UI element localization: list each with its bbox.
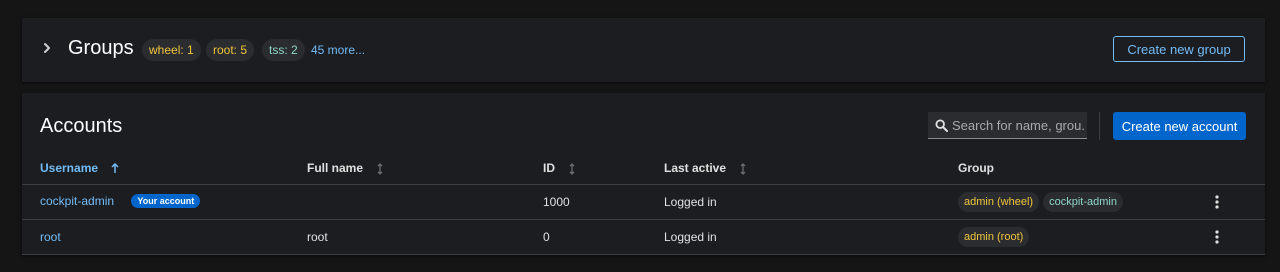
column-label-last-active: Last active: [664, 160, 727, 175]
column-header-id[interactable]: ID: [543, 152, 664, 184]
kebab-icon[interactable]: [1209, 194, 1225, 210]
column-header-full-name[interactable]: Full name: [307, 152, 543, 184]
username-link[interactable]: root: [40, 230, 61, 244]
column-label-full-name: Full name: [307, 160, 364, 175]
group-cell: admin (wheel) cockpit-admin: [958, 184, 1197, 219]
sort-icon: [569, 162, 575, 175]
groups-card: Groups wheel: 1 root: 5 tss: 2 45 more..…: [22, 18, 1265, 82]
chevron-right-icon[interactable]: [40, 41, 54, 55]
accounts-title: Accounts: [40, 115, 123, 137]
full-name-cell: [307, 184, 543, 219]
accounts-card: Accounts Create new account Username Ful…: [22, 93, 1265, 255]
table-header-row: Username Full name ID Last active Group: [22, 152, 1265, 184]
create-new-group-button[interactable]: Create new group: [1113, 36, 1245, 62]
create-new-account-button[interactable]: Create new account: [1113, 112, 1246, 140]
sort-icon: [740, 162, 746, 175]
last-active-cell: Logged in: [664, 194, 717, 209]
search-input[interactable]: [952, 112, 1084, 138]
group-chip-wheel: wheel: 1: [142, 39, 201, 61]
table-row: root root 0 Logged in admin (root): [22, 219, 1265, 254]
column-header-group: Group: [958, 152, 1197, 184]
search-icon: [935, 119, 948, 132]
column-label-username: Username: [40, 160, 99, 175]
last-active-cell: Logged in: [664, 229, 717, 244]
groups-title: Groups: [68, 37, 134, 59]
group-cell: admin (root): [958, 219, 1197, 254]
column-header-actions: [1197, 152, 1265, 184]
group-chip-tss: tss: 2: [262, 39, 305, 61]
column-header-username[interactable]: Username: [22, 152, 307, 184]
sort-icon: [377, 162, 383, 175]
column-label-id: ID: [543, 160, 555, 175]
accounts-table: Username Full name ID Last active Group …: [22, 152, 1265, 255]
full-name-cell: root: [307, 229, 328, 244]
column-header-last-active[interactable]: Last active: [664, 152, 958, 184]
group-chip: admin (wheel): [958, 191, 1040, 212]
id-cell: 1000: [543, 194, 570, 209]
group-chip: cockpit-admin: [1043, 191, 1123, 212]
toolbar-divider: [1099, 112, 1100, 140]
more-groups-link[interactable]: 45 more...: [311, 43, 365, 57]
sort-ascending-icon: [111, 163, 119, 174]
group-chip-root: root: 5: [206, 39, 255, 61]
kebab-icon[interactable]: [1209, 229, 1225, 245]
search-box: [928, 112, 1087, 139]
table-row: cockpit-admin Your account 1000 Logged i…: [22, 184, 1265, 219]
group-chip: admin (root): [958, 226, 1030, 247]
column-label-group: Group: [958, 160, 994, 175]
username-link[interactable]: cockpit-admin: [40, 194, 114, 208]
id-cell: 0: [543, 229, 550, 244]
your-account-badge: Your account: [131, 193, 201, 208]
